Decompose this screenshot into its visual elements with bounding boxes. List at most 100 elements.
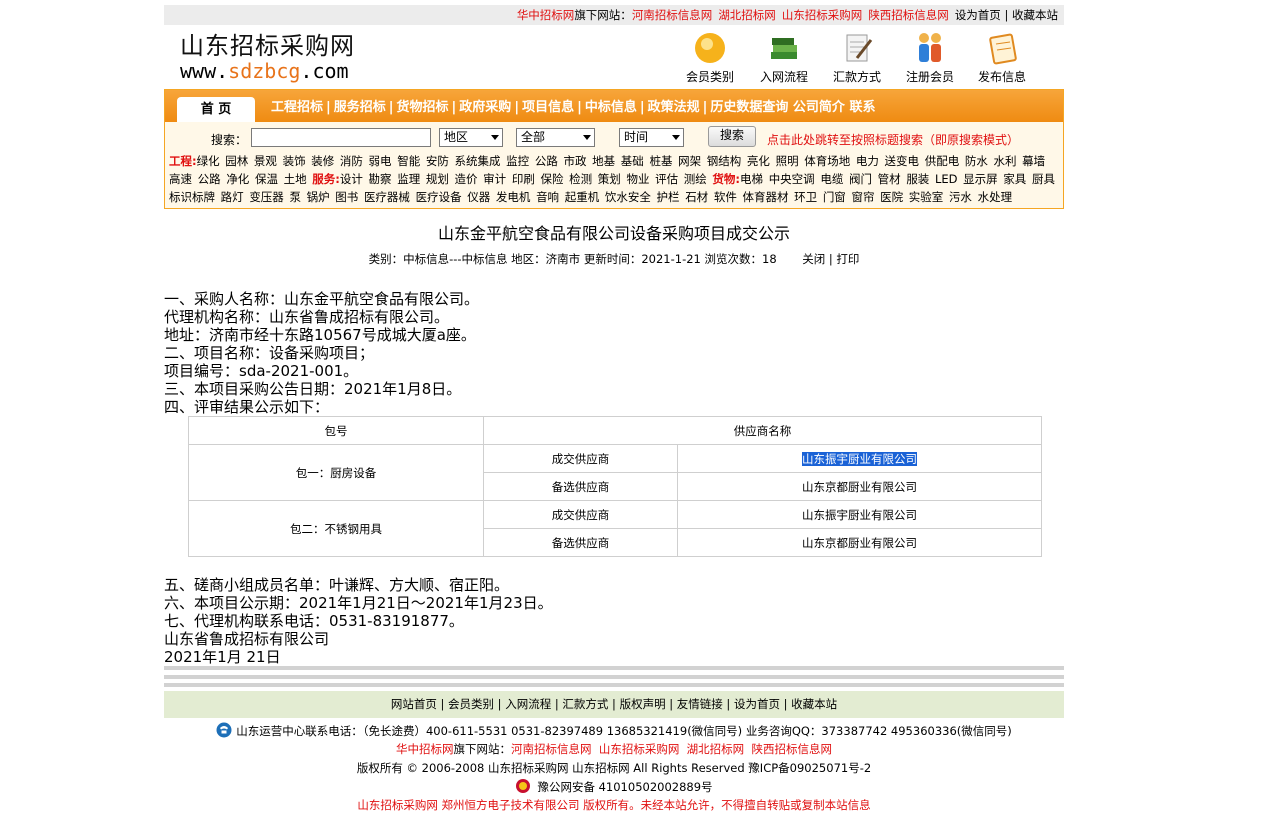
nav-item[interactable]: 历史数据查询 [710, 100, 788, 115]
category-link[interactable]: 家具 [1003, 172, 1026, 186]
footer-link[interactable]: 入网流程 [505, 697, 551, 711]
nav-item[interactable]: 项目信息 [522, 100, 574, 115]
category-link[interactable]: 钢结构 [707, 154, 742, 168]
category-link[interactable]: 景观 [254, 154, 277, 168]
category-link[interactable]: 锅炉 [307, 190, 330, 204]
footer-link[interactable]: 网站首页 [391, 697, 437, 711]
category-link[interactable]: 公路 [198, 172, 221, 186]
category-link[interactable]: 标识标牌 [169, 190, 215, 204]
region-select[interactable]: 地区 [439, 128, 503, 147]
category-link[interactable]: 服装 [906, 172, 929, 186]
site-logo[interactable]: 山东招标采购网 www.sdzbcg.com [180, 32, 355, 82]
category-link[interactable]: 消防 [340, 154, 363, 168]
category-link[interactable]: 厨具 [1032, 172, 1055, 186]
category-link[interactable]: 装饰 [283, 154, 306, 168]
nav-item[interactable]: 公司简介 [793, 100, 845, 115]
category-link[interactable]: 泵 [289, 190, 301, 204]
footer-link[interactable]: 汇款方式 [562, 697, 608, 711]
topbar-site-link[interactable]: 陕西招标信息网 [868, 8, 949, 22]
nav-item[interactable]: 货物招标 [397, 100, 449, 115]
category-link[interactable]: 园林 [225, 154, 248, 168]
nav-item[interactable]: 政策法规 [648, 100, 700, 115]
category-link[interactable]: 监理 [397, 172, 420, 186]
publish-info-button[interactable]: 发布信息 [972, 30, 1032, 85]
category-link[interactable]: 软件 [714, 190, 737, 204]
category-link[interactable]: 规划 [426, 172, 449, 186]
category-link[interactable]: 桩基 [649, 154, 672, 168]
category-link[interactable]: 智能 [397, 154, 420, 168]
register-member-button[interactable]: 注册会员 [900, 30, 960, 85]
nav-item[interactable]: 联系 [849, 100, 875, 115]
footer-link[interactable]: 设为首页 [734, 697, 780, 711]
scope-select[interactable]: 全部 [516, 128, 595, 147]
category-link[interactable]: 防水 [965, 154, 988, 168]
category-link[interactable]: 净化 [226, 172, 249, 186]
print-link[interactable]: 打印 [836, 252, 859, 266]
category-link[interactable]: 仪器 [467, 190, 490, 204]
footer-site-link[interactable]: 河南招标信息网 [511, 742, 592, 756]
footer-site-link[interactable]: 陕西招标信息网 [751, 742, 832, 756]
category-link[interactable]: 物业 [626, 172, 649, 186]
category-link[interactable]: 地基 [592, 154, 615, 168]
footer-link[interactable]: 会员类别 [448, 697, 494, 711]
category-link[interactable]: 管材 [878, 172, 901, 186]
category-link[interactable]: 审计 [483, 172, 506, 186]
category-link[interactable]: 检测 [569, 172, 592, 186]
category-link[interactable]: 基础 [621, 154, 644, 168]
nav-item[interactable]: 服务招标 [334, 100, 386, 115]
category-link[interactable]: 环卫 [794, 190, 817, 204]
category-link[interactable]: 起重机 [565, 190, 600, 204]
topbar-brand-link[interactable]: 华中招标网 [517, 8, 575, 22]
category-link[interactable]: 图书 [335, 190, 358, 204]
category-link[interactable]: 土地 [284, 172, 307, 186]
time-select[interactable]: 时间 [619, 128, 684, 147]
category-link[interactable]: 送变电 [885, 154, 920, 168]
category-link[interactable]: 饮水安全 [605, 190, 651, 204]
category-link[interactable]: 体育器材 [743, 190, 789, 204]
category-link[interactable]: 装修 [311, 154, 334, 168]
category-link[interactable]: 电力 [856, 154, 879, 168]
category-link[interactable]: 测绘 [684, 172, 707, 186]
category-link[interactable]: 公路 [535, 154, 558, 168]
category-link[interactable]: 幕墙 [1022, 154, 1045, 168]
category-link[interactable]: 绿化 [197, 154, 220, 168]
nav-home-tab[interactable]: 首 页 [177, 97, 255, 122]
search-input[interactable] [251, 128, 431, 147]
category-link[interactable]: 中央空调 [769, 172, 815, 186]
category-link[interactable]: 医疗器械 [364, 190, 410, 204]
topbar-site-link[interactable]: 山东招标采购网 [782, 8, 863, 22]
category-link[interactable]: 保险 [540, 172, 563, 186]
search-button[interactable]: 搜索 [708, 126, 756, 147]
member-types-button[interactable]: 会员类别 [680, 30, 740, 85]
category-link[interactable]: 医疗设备 [416, 190, 462, 204]
footer-site-link[interactable]: 山东招标采购网 [599, 742, 680, 756]
topbar-site-link[interactable]: 湖北招标网 [718, 8, 776, 22]
nav-item[interactable]: 政府采购 [459, 100, 511, 115]
category-link[interactable]: 监控 [506, 154, 529, 168]
category-link[interactable]: 系统集成 [455, 154, 501, 168]
category-link[interactable]: 窗帘 [851, 190, 874, 204]
category-link[interactable]: 水利 [994, 154, 1017, 168]
category-link[interactable]: 音响 [536, 190, 559, 204]
footer-brand-link[interactable]: 华中招标网 [396, 742, 454, 756]
category-link[interactable]: 水处理 [978, 190, 1013, 204]
category-link[interactable]: 评估 [655, 172, 678, 186]
category-link[interactable]: 医院 [880, 190, 903, 204]
set-homepage-link[interactable]: 设为首页 [955, 8, 1001, 22]
category-link[interactable]: 门窗 [823, 190, 846, 204]
nav-item[interactable]: 中标信息 [585, 100, 637, 115]
category-link[interactable]: LED [935, 172, 958, 186]
category-link[interactable]: 设计 [340, 172, 363, 186]
category-link[interactable]: 变压器 [249, 190, 284, 204]
title-search-link[interactable]: 点击此处跳转至按照标题搜索（即原搜索模式） [767, 131, 1019, 148]
category-link[interactable]: 照明 [776, 154, 799, 168]
join-process-button[interactable]: 入网流程 [754, 30, 814, 85]
category-link[interactable]: 亮化 [747, 154, 770, 168]
category-link[interactable]: 阀门 [849, 172, 872, 186]
footer-link[interactable]: 收藏本站 [791, 697, 837, 711]
category-link[interactable]: 发电机 [496, 190, 531, 204]
category-link[interactable]: 高速 [169, 172, 192, 186]
category-link[interactable]: 显示屏 [963, 172, 998, 186]
category-link[interactable]: 路灯 [221, 190, 244, 204]
category-link[interactable]: 策划 [598, 172, 621, 186]
